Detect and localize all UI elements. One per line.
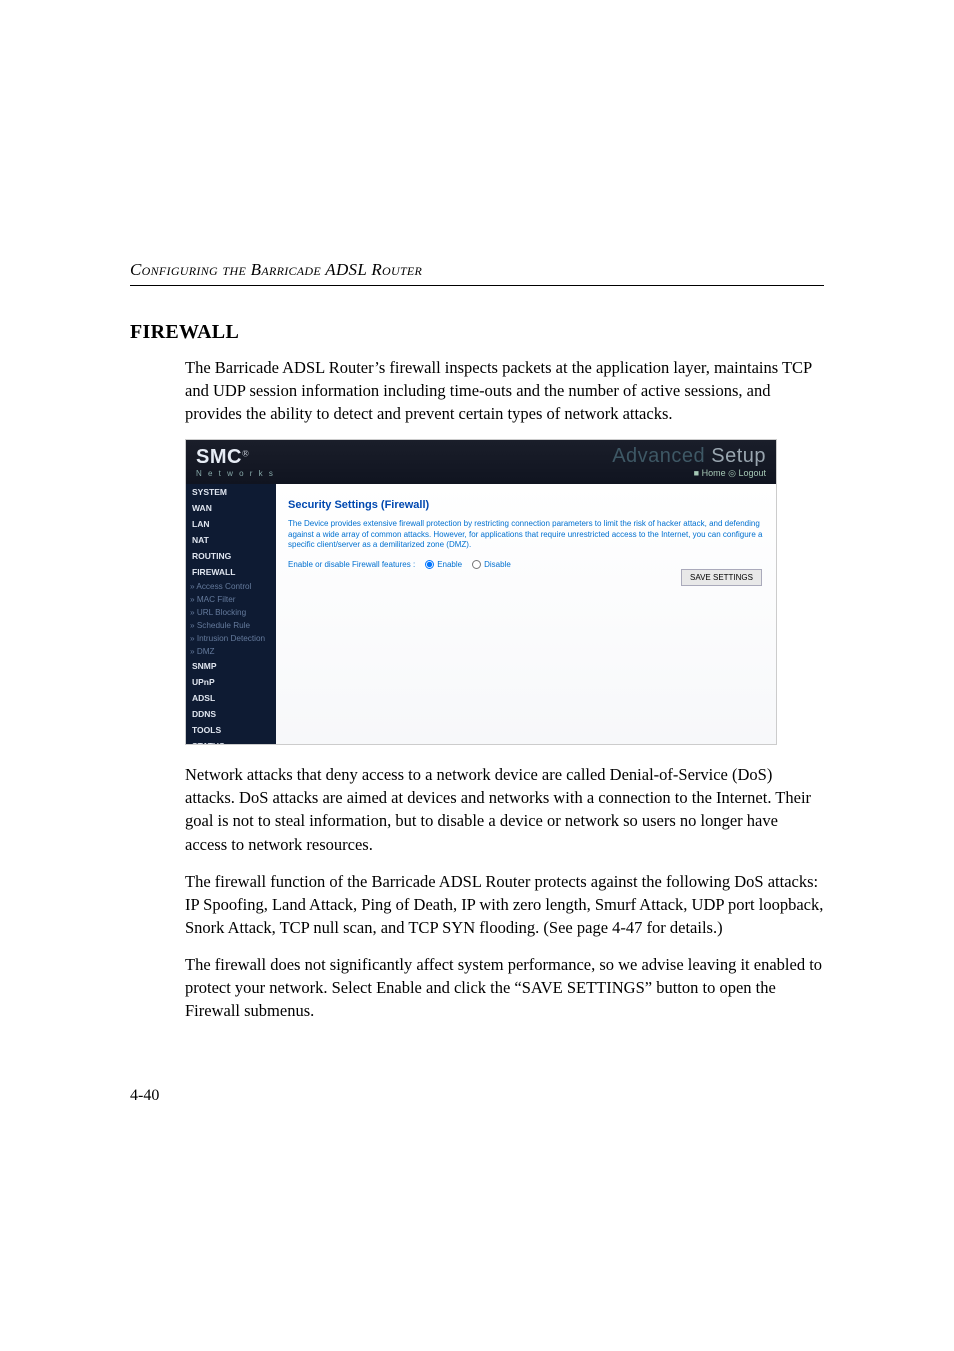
- sidebar-sub-mac-filter[interactable]: » MAC Filter: [186, 593, 276, 606]
- page-mode-title: Advanced Setup: [612, 446, 766, 466]
- logo-text: SMC: [196, 446, 242, 468]
- running-header-text: Configuring the Barricade ADSL Router: [130, 260, 422, 279]
- title-dark: Advanced: [612, 445, 705, 467]
- sidebar-item-lan[interactable]: LAN: [186, 516, 276, 532]
- sidebar-item-ddns[interactable]: DDNS: [186, 706, 276, 722]
- sidebar-item-tools[interactable]: TOOLS: [186, 722, 276, 738]
- sidebar-sub-url-blocking[interactable]: » URL Blocking: [186, 606, 276, 619]
- option-label: Enable or disable Firewall features :: [288, 560, 415, 569]
- top-links[interactable]: ■ Home ◎ Logout: [612, 469, 766, 478]
- registered-mark-icon: ®: [242, 449, 249, 459]
- enable-label: Enable: [437, 560, 462, 569]
- content-heading: Security Settings (Firewall): [288, 499, 764, 511]
- protect-paragraph: The firewall function of the Barricade A…: [185, 870, 824, 939]
- disable-radio-item[interactable]: Disable: [472, 560, 511, 569]
- enable-radio-item[interactable]: Enable: [425, 560, 462, 569]
- screenshot-topbar: SMC® N e t w o r k s Advanced Setup ■ Ho…: [186, 440, 776, 484]
- sidebar-item-nat[interactable]: NAT: [186, 532, 276, 548]
- document-page: Configuring the Barricade ADSL Router FI…: [0, 0, 954, 1165]
- logo-subtext: N e t w o r k s: [196, 469, 275, 478]
- sidebar: SYSTEM WAN LAN NAT ROUTING FIREWALL » Ac…: [186, 484, 276, 744]
- brand-logo: SMC® N e t w o r k s: [196, 446, 275, 478]
- sidebar-item-routing[interactable]: ROUTING: [186, 548, 276, 564]
- sidebar-sub-dmz[interactable]: » DMZ: [186, 645, 276, 658]
- perf-paragraph: The firewall does not significantly affe…: [185, 953, 824, 1022]
- sidebar-sub-access-control[interactable]: » Access Control: [186, 580, 276, 593]
- sidebar-sub-schedule-rule[interactable]: » Schedule Rule: [186, 619, 276, 632]
- sidebar-item-firewall[interactable]: FIREWALL: [186, 564, 276, 580]
- title-light: Setup: [705, 445, 766, 467]
- sidebar-item-adsl[interactable]: ADSL: [186, 690, 276, 706]
- save-settings-button[interactable]: SAVE SETTINGS: [681, 569, 762, 586]
- section-heading: FIREWALL: [130, 321, 824, 344]
- dos-paragraph: Network attacks that deny access to a ne…: [185, 763, 824, 855]
- disable-radio[interactable]: [472, 560, 481, 569]
- sidebar-item-system[interactable]: SYSTEM: [186, 484, 276, 500]
- embedded-screenshot: SMC® N e t w o r k s Advanced Setup ■ Ho…: [185, 439, 777, 745]
- disable-label: Disable: [484, 560, 511, 569]
- sidebar-sub-intrusion[interactable]: » Intrusion Detection: [186, 632, 276, 645]
- radio-group: Enable Disable: [425, 560, 511, 569]
- enable-radio[interactable]: [425, 560, 434, 569]
- running-header: Configuring the Barricade ADSL Router: [130, 260, 824, 286]
- content-description: The Device provides extensive firewall p…: [288, 519, 764, 550]
- sidebar-item-status[interactable]: STATUS: [186, 738, 276, 744]
- sidebar-item-upnp[interactable]: UPnP: [186, 674, 276, 690]
- intro-paragraph: The Barricade ADSL Router’s firewall ins…: [185, 356, 824, 425]
- firewall-option-row: Enable or disable Firewall features : En…: [288, 560, 764, 569]
- sidebar-item-snmp[interactable]: SNMP: [186, 658, 276, 674]
- topbar-right: Advanced Setup ■ Home ◎ Logout: [612, 446, 766, 478]
- sidebar-item-wan[interactable]: WAN: [186, 500, 276, 516]
- content-area: Security Settings (Firewall) The Device …: [276, 484, 776, 744]
- page-number: 4-40: [130, 1087, 824, 1105]
- screenshot-body: SYSTEM WAN LAN NAT ROUTING FIREWALL » Ac…: [186, 484, 776, 744]
- logo-area: SMC® N e t w o r k s: [196, 446, 275, 478]
